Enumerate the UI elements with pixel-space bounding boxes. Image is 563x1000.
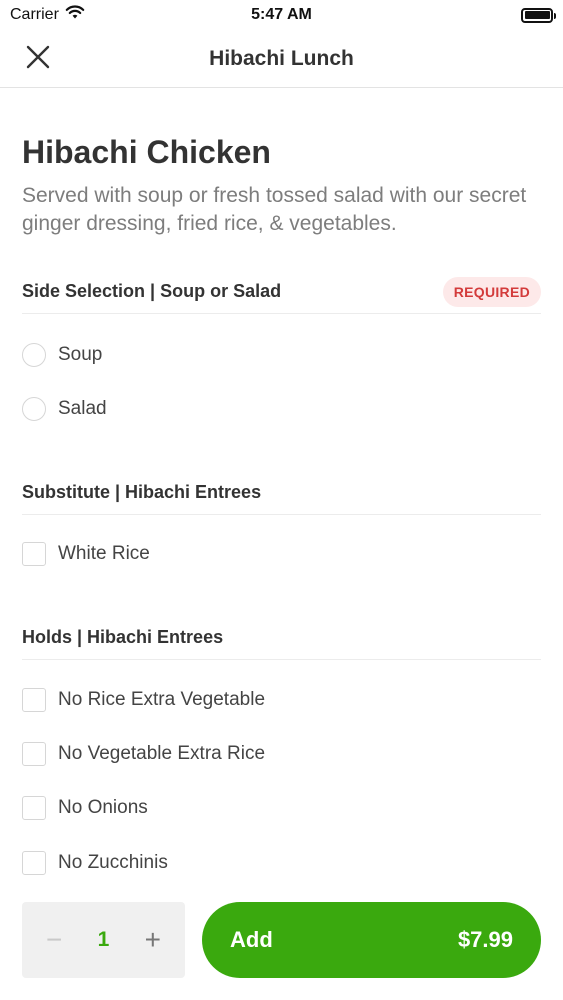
option-label: No Onions [58, 797, 148, 818]
option-label: No Zucchinis [58, 852, 168, 873]
decrease-quantity-button[interactable]: − [46, 926, 62, 954]
radio-button[interactable] [22, 397, 46, 421]
option-label: No Rice Extra Vegetable [58, 689, 266, 710]
checkbox[interactable] [22, 542, 46, 566]
checkbox-option-no-vegetable-extra-rice[interactable]: No Vegetable Extra Rice [22, 739, 265, 769]
item-title: Hibachi Chicken [22, 134, 271, 170]
checkbox[interactable] [22, 796, 46, 820]
checkbox-option-no-zucchinis[interactable]: No Zucchinis [22, 848, 168, 878]
add-button-label: Add [230, 927, 273, 952]
close-icon [26, 45, 50, 74]
close-button[interactable] [22, 43, 54, 75]
section-header-substitute: Substitute | Hibachi Entrees [22, 471, 541, 515]
radio-option-salad[interactable]: Salad [22, 394, 107, 424]
checkbox[interactable] [22, 851, 46, 875]
checkbox[interactable] [22, 688, 46, 712]
section-header-holds: Holds | Hibachi Entrees [22, 616, 541, 660]
battery-icon [521, 7, 556, 23]
checkbox-option-no-onions[interactable]: No Onions [22, 793, 148, 823]
section-title: Side Selection | Soup or Salad [22, 281, 282, 301]
section-header-side-selection: Side Selection | Soup or Salad REQUIRED [22, 270, 541, 314]
status-left: Carrier [10, 5, 85, 25]
option-label: No Vegetable Extra Rice [58, 743, 266, 764]
quantity-stepper: − 1 + [22, 902, 185, 978]
screen: Carrier 5:47 AM Hibachi Lunch Hibachi Ch… [0, 0, 563, 1000]
carrier-label: Carrier [10, 6, 59, 23]
add-to-cart-button[interactable]: Add $7.99 [202, 902, 541, 978]
option-label: Soup [58, 344, 103, 365]
option-label: Salad [58, 398, 107, 419]
radio-button[interactable] [22, 343, 46, 367]
quantity-value: 1 [97, 928, 110, 951]
add-button-price: $7.99 [457, 927, 513, 952]
section-title: Substitute | Hibachi Entrees [22, 482, 262, 502]
nav-title: Hibachi Lunch [209, 46, 354, 70]
wifi-icon [65, 5, 85, 25]
option-label: White Rice [58, 543, 150, 564]
nav-bar: Hibachi Lunch [0, 30, 563, 88]
status-bar: Carrier 5:47 AM [0, 0, 563, 30]
checkbox[interactable] [22, 742, 46, 766]
increase-quantity-button[interactable]: + [145, 926, 161, 954]
required-badge: REQUIRED [442, 276, 541, 307]
section-title: Holds | Hibachi Entrees [22, 627, 224, 647]
item-description: Served with soup or fresh tossed salad w… [22, 184, 527, 235]
checkbox-option-no-rice-extra-vegetable[interactable]: No Rice Extra Vegetable [22, 685, 265, 715]
checkbox-option-white-rice[interactable]: White Rice [22, 539, 150, 569]
radio-option-soup[interactable]: Soup [22, 340, 102, 370]
